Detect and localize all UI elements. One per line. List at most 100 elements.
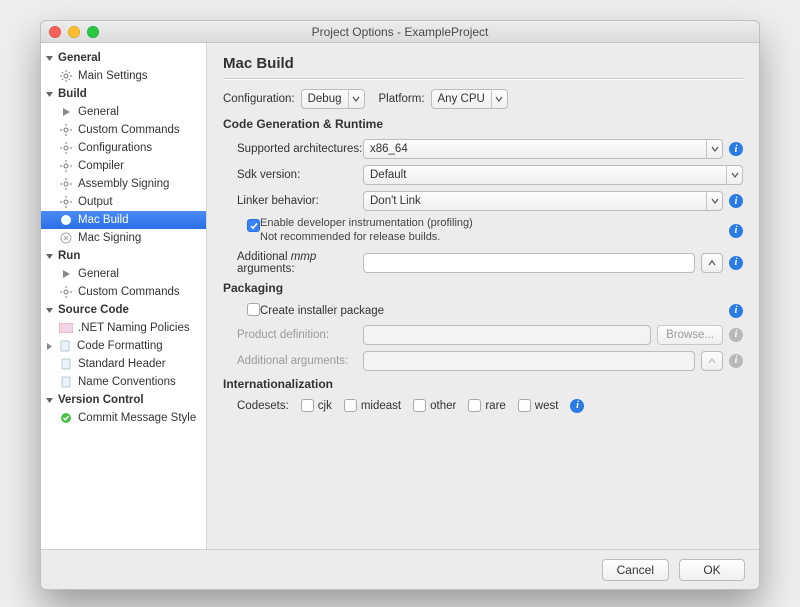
document-icon [59, 357, 73, 371]
sidebar-item-net-naming[interactable]: .NET Naming Policies [41, 319, 206, 337]
sidebar: General Main Settings Build General Cust… [41, 43, 207, 549]
expand-button[interactable] [701, 253, 723, 273]
product-definition-input [363, 325, 651, 345]
chevron-down-icon [726, 165, 742, 185]
chevron-down-icon [348, 89, 364, 109]
window-controls [49, 26, 99, 38]
titlebar: Project Options - ExampleProject [41, 21, 759, 43]
sidebar-item-build-general[interactable]: General [41, 103, 206, 121]
play-icon [59, 105, 73, 119]
sidebar-item-standard-header[interactable]: Standard Header [41, 355, 206, 373]
create-installer-checkbox[interactable] [247, 303, 260, 316]
enable-profiling-checkbox[interactable] [247, 219, 260, 232]
abc-icon [59, 321, 73, 335]
info-icon: i [729, 328, 743, 342]
codeset-mideast-checkbox[interactable] [344, 399, 357, 412]
chevron-down-icon [706, 191, 722, 211]
play-icon [59, 267, 73, 281]
codeset-west-checkbox[interactable] [518, 399, 531, 412]
cancel-button[interactable]: Cancel [602, 559, 669, 581]
chevron-down-icon [45, 396, 54, 405]
sdk-version-select[interactable]: Default [363, 165, 743, 185]
additional-mmp-input[interactable] [363, 253, 695, 273]
close-window-button[interactable] [49, 26, 61, 38]
ok-button[interactable]: OK [679, 559, 745, 581]
sidebar-item-custom-commands[interactable]: Custom Commands [41, 121, 206, 139]
platform-select[interactable]: Any CPU [431, 89, 508, 109]
sidebar-item-code-formatting[interactable]: Code Formatting [41, 337, 206, 355]
page-title: Mac Build [223, 55, 743, 72]
chevron-down-icon [706, 139, 722, 159]
info-icon[interactable]: i [570, 399, 584, 413]
section-packaging: Packaging [223, 281, 743, 295]
sidebar-group-version-control[interactable]: Version Control [41, 391, 206, 409]
chevron-down-icon [45, 54, 54, 63]
sidebar-item-run-custom-commands[interactable]: Custom Commands [41, 283, 206, 301]
section-i18n: Internationalization [223, 377, 743, 391]
check-circle-icon [59, 411, 73, 425]
minimize-window-button[interactable] [68, 26, 80, 38]
dialog-footer: Cancel OK [41, 549, 759, 589]
sidebar-item-mac-build[interactable]: Mac Build [41, 211, 206, 229]
x-circle-icon [59, 213, 73, 227]
configuration-label: Configuration: [223, 93, 295, 105]
main-panel: Mac Build Configuration: Debug Platform:… [207, 43, 759, 549]
platform-label: Platform: [379, 93, 425, 105]
gear-icon [59, 123, 73, 137]
gear-icon [59, 141, 73, 155]
sidebar-item-mac-signing[interactable]: Mac Signing [41, 229, 206, 247]
section-code-generation: Code Generation & Runtime [223, 117, 743, 131]
codeset-other-checkbox[interactable] [413, 399, 426, 412]
sidebar-item-compiler[interactable]: Compiler [41, 157, 206, 175]
product-definition-label: Product definition: [223, 329, 363, 341]
window-title: Project Options - ExampleProject [41, 25, 759, 39]
gear-icon [59, 177, 73, 191]
sidebar-item-configurations[interactable]: Configurations [41, 139, 206, 157]
codeset-rare-checkbox[interactable] [468, 399, 481, 412]
info-icon[interactable]: i [729, 256, 743, 270]
linker-label: Linker behavior: [223, 195, 363, 207]
expand-button [701, 351, 723, 371]
x-circle-icon [59, 231, 73, 245]
chevron-right-icon [45, 342, 54, 351]
sidebar-group-general[interactable]: General [41, 49, 206, 67]
gear-icon [59, 69, 73, 83]
codesets-row: Codesets: cjk mideast other rare west i [223, 399, 743, 413]
divider [223, 78, 743, 79]
browse-button: Browse... [657, 325, 723, 345]
sdk-version-label: Sdk version: [223, 169, 363, 181]
info-icon[interactable]: i [729, 304, 743, 318]
create-installer-label: Create installer package [260, 305, 729, 317]
sidebar-group-build[interactable]: Build [41, 85, 206, 103]
supported-arch-label: Supported architectures: [223, 143, 363, 155]
enable-profiling-label: Enable developer instrumentation (profil… [260, 217, 473, 245]
sidebar-item-name-conventions[interactable]: Name Conventions [41, 373, 206, 391]
sidebar-item-commit-style[interactable]: Commit Message Style [41, 409, 206, 427]
configuration-select[interactable]: Debug [301, 89, 365, 109]
supported-arch-select[interactable]: x86_64 [363, 139, 723, 159]
info-icon: i [729, 354, 743, 368]
linker-select[interactable]: Don't Link [363, 191, 723, 211]
gear-icon [59, 285, 73, 299]
additional-mmp-label: Additional mmp arguments: [223, 251, 363, 275]
info-icon[interactable]: i [729, 224, 743, 238]
chevron-down-icon [45, 90, 54, 99]
info-icon[interactable]: i [729, 142, 743, 156]
codesets-label: Codesets: [237, 400, 289, 412]
chevron-down-icon [45, 306, 54, 315]
chevron-down-icon [45, 252, 54, 261]
additional-args-label: Additional arguments: [223, 355, 363, 367]
document-icon [58, 339, 72, 353]
sidebar-group-source-code[interactable]: Source Code [41, 301, 206, 319]
config-platform-row: Configuration: Debug Platform: Any CPU [223, 89, 743, 109]
zoom-window-button[interactable] [87, 26, 99, 38]
sidebar-item-run-general[interactable]: General [41, 265, 206, 283]
codeset-cjk-checkbox[interactable] [301, 399, 314, 412]
sidebar-item-assembly-signing[interactable]: Assembly Signing [41, 175, 206, 193]
sidebar-item-output[interactable]: Output [41, 193, 206, 211]
sidebar-group-run[interactable]: Run [41, 247, 206, 265]
info-icon[interactable]: i [729, 194, 743, 208]
sidebar-item-main-settings[interactable]: Main Settings [41, 67, 206, 85]
gear-icon [59, 195, 73, 209]
gear-icon [59, 159, 73, 173]
